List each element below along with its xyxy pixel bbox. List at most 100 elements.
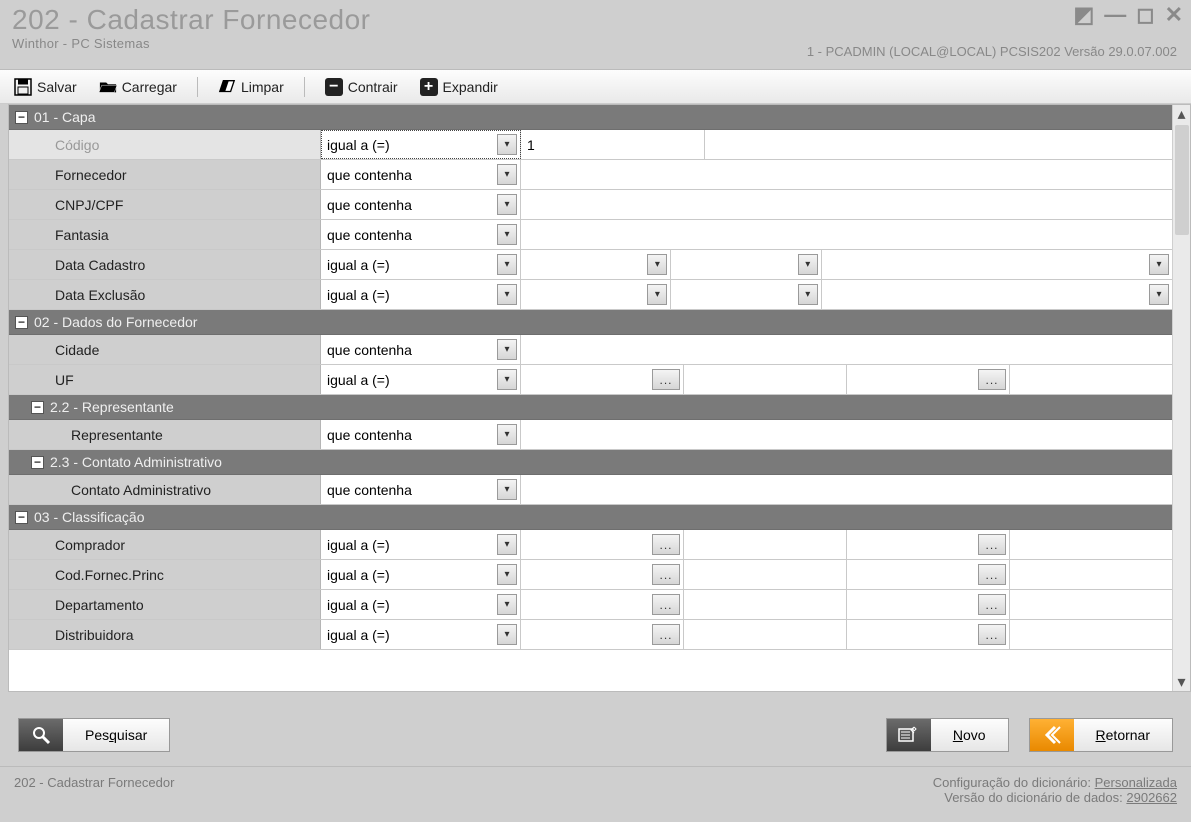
date-input[interactable]: ▾ <box>521 250 671 279</box>
ellipsis-icon[interactable]: ... <box>652 534 680 555</box>
load-button[interactable]: Carregar <box>93 76 183 98</box>
new-button[interactable]: Novo <box>886 718 1009 752</box>
chevron-down-icon[interactable]: ▾ <box>497 164 517 185</box>
operator-select[interactable]: igual a (=) ▾ <box>321 130 521 159</box>
value-input[interactable] <box>521 160 1172 189</box>
value-input[interactable] <box>521 335 1172 364</box>
lookup-input[interactable]: ... <box>521 620 684 649</box>
operator-select[interactable]: que contenha ▾ <box>321 420 521 449</box>
chevron-down-icon[interactable]: ▾ <box>497 624 517 645</box>
chevron-down-icon[interactable]: ▾ <box>497 424 517 445</box>
lookup-input[interactable]: ... <box>847 560 1010 589</box>
lookup-input[interactable]: ... <box>847 620 1010 649</box>
ellipsis-icon[interactable]: ... <box>978 624 1006 645</box>
date-input[interactable]: ▾ <box>822 280 1172 309</box>
operator-select[interactable]: igual a (=) ▾ <box>321 530 521 559</box>
ellipsis-icon[interactable]: ... <box>652 369 680 390</box>
lookup-input[interactable]: ... <box>847 590 1010 619</box>
vertical-scrollbar[interactable]: ▴ ▾ <box>1172 105 1190 691</box>
chevron-down-icon[interactable]: ▾ <box>647 254 667 275</box>
value-input[interactable] <box>684 560 847 589</box>
value-input[interactable] <box>521 190 1172 219</box>
operator-select[interactable]: igual a (=) ▾ <box>321 560 521 589</box>
chevron-down-icon[interactable]: ▾ <box>497 254 517 275</box>
date-input[interactable]: ▾ <box>671 280 821 309</box>
value-input[interactable] <box>684 620 847 649</box>
operator-select[interactable]: igual a (=) ▾ <box>321 280 521 309</box>
chevron-down-icon[interactable]: ▾ <box>497 369 517 390</box>
ellipsis-icon[interactable]: ... <box>978 534 1006 555</box>
scroll-up-icon[interactable]: ▴ <box>1173 105 1190 123</box>
value-input[interactable] <box>1010 365 1172 394</box>
value-input[interactable] <box>684 365 847 394</box>
value-input[interactable] <box>521 475 1172 504</box>
chevron-down-icon[interactable]: ▾ <box>798 254 818 275</box>
operator-select[interactable]: igual a (=) ▾ <box>321 620 521 649</box>
minimize-icon[interactable]: — <box>1104 4 1126 26</box>
collapse-toggle-icon[interactable]: − <box>15 111 28 124</box>
chevron-down-icon[interactable]: ▾ <box>497 479 517 500</box>
date-input[interactable]: ▾ <box>822 250 1172 279</box>
expand-button[interactable]: + Expandir <box>414 76 504 98</box>
section-header-dados-fornecedor[interactable]: − 02 - Dados do Fornecedor <box>9 310 1172 335</box>
operator-select[interactable]: que contenha ▾ <box>321 475 521 504</box>
return-button[interactable]: Retornar <box>1029 718 1173 752</box>
operator-select[interactable]: que contenha ▾ <box>321 220 521 249</box>
ellipsis-icon[interactable]: ... <box>652 564 680 585</box>
value-input[interactable] <box>1010 530 1172 559</box>
chevron-down-icon[interactable]: ▾ <box>1149 254 1169 275</box>
search-button[interactable]: Pesquisar <box>18 718 170 752</box>
operator-select[interactable]: que contenha ▾ <box>321 160 521 189</box>
value-input[interactable] <box>1010 590 1172 619</box>
chevron-down-icon[interactable]: ▾ <box>497 194 517 215</box>
collapse-toggle-icon[interactable]: − <box>31 401 44 414</box>
ellipsis-icon[interactable]: ... <box>978 369 1006 390</box>
lookup-input[interactable]: ... <box>847 530 1010 559</box>
value-input[interactable] <box>521 220 1172 249</box>
value-input[interactable] <box>684 590 847 619</box>
value-input[interactable] <box>1010 560 1172 589</box>
value-input[interactable] <box>521 420 1172 449</box>
scroll-thumb[interactable] <box>1175 125 1189 235</box>
value-input[interactable] <box>684 530 847 559</box>
chevron-down-icon[interactable]: ▾ <box>647 284 667 305</box>
pin-icon[interactable]: ◩ <box>1074 4 1095 26</box>
chevron-down-icon[interactable]: ▾ <box>497 224 517 245</box>
date-input[interactable]: ▾ <box>521 280 671 309</box>
operator-select[interactable]: igual a (=) ▾ <box>321 590 521 619</box>
operator-select[interactable]: que contenha ▾ <box>321 335 521 364</box>
value-input[interactable] <box>705 130 1172 159</box>
collapse-button[interactable]: − Contrair <box>319 76 404 98</box>
lookup-input[interactable]: ... <box>521 590 684 619</box>
lookup-input[interactable]: ... <box>847 365 1010 394</box>
value-input[interactable] <box>1010 620 1172 649</box>
save-button[interactable]: Salvar <box>8 76 83 98</box>
operator-select[interactable]: que contenha ▾ <box>321 190 521 219</box>
section-header-contato-adm[interactable]: − 2.3 - Contato Administrativo <box>9 450 1172 475</box>
lookup-input[interactable]: ... <box>521 530 684 559</box>
chevron-down-icon[interactable]: ▾ <box>497 594 517 615</box>
collapse-toggle-icon[interactable]: − <box>15 316 28 329</box>
chevron-down-icon[interactable]: ▾ <box>1149 284 1169 305</box>
chevron-down-icon[interactable]: ▾ <box>497 564 517 585</box>
lookup-input[interactable]: ... <box>521 365 684 394</box>
value-input[interactable]: 1 <box>521 130 705 159</box>
chevron-down-icon[interactable]: ▾ <box>497 134 517 155</box>
chevron-down-icon[interactable]: ▾ <box>497 534 517 555</box>
scroll-down-icon[interactable]: ▾ <box>1173 673 1190 691</box>
section-header-representante[interactable]: − 2.2 - Representante <box>9 395 1172 420</box>
collapse-toggle-icon[interactable]: − <box>15 511 28 524</box>
operator-select[interactable]: igual a (=) ▾ <box>321 250 521 279</box>
chevron-down-icon[interactable]: ▾ <box>497 284 517 305</box>
lookup-input[interactable]: ... <box>521 560 684 589</box>
maximize-icon[interactable]: ◻ <box>1136 4 1154 26</box>
close-icon[interactable]: ✕ <box>1165 4 1183 26</box>
ellipsis-icon[interactable]: ... <box>978 564 1006 585</box>
section-header-capa[interactable]: − 01 - Capa <box>9 105 1172 130</box>
operator-select[interactable]: igual a (=) ▾ <box>321 365 521 394</box>
date-input[interactable]: ▾ <box>671 250 821 279</box>
ellipsis-icon[interactable]: ... <box>652 594 680 615</box>
collapse-toggle-icon[interactable]: − <box>31 456 44 469</box>
ellipsis-icon[interactable]: ... <box>978 594 1006 615</box>
ellipsis-icon[interactable]: ... <box>652 624 680 645</box>
